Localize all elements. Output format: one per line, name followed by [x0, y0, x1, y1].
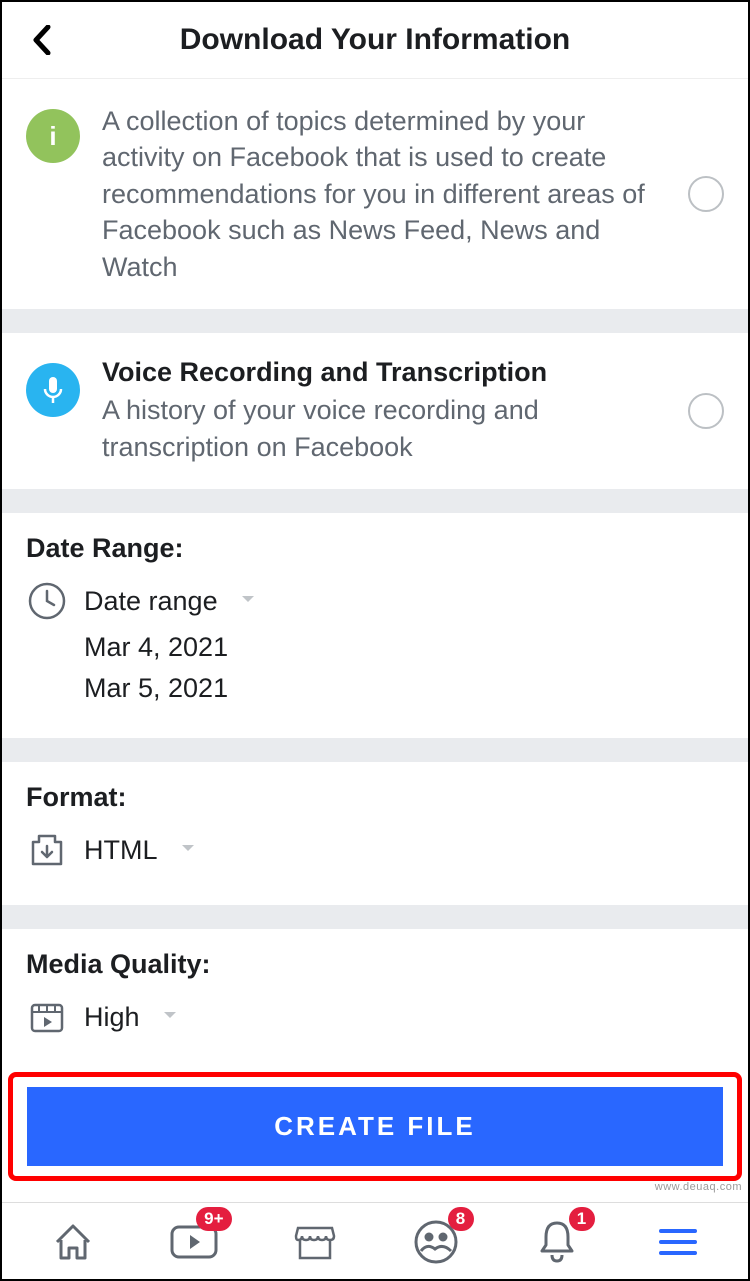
divider	[2, 738, 748, 762]
file-download-icon	[26, 829, 68, 871]
radio-topics[interactable]	[688, 176, 724, 212]
back-button[interactable]	[22, 20, 62, 60]
media-quality-section: Media Quality: High	[2, 929, 748, 1072]
chevron-left-icon	[31, 25, 53, 55]
bottom-nav: 9+ 8 1	[2, 1202, 748, 1279]
divider	[2, 309, 748, 333]
microphone-icon	[26, 363, 80, 417]
clock-icon	[26, 580, 68, 622]
chevron-down-icon	[162, 1008, 178, 1026]
divider	[2, 489, 748, 513]
format-value: HTML	[84, 835, 158, 866]
date-range-selector[interactable]: Date range	[26, 580, 724, 622]
date-range-label: Date Range:	[26, 533, 724, 564]
nav-groups[interactable]: 8	[406, 1217, 466, 1267]
nav-marketplace[interactable]	[285, 1217, 345, 1267]
nav-watch[interactable]: 9+	[164, 1217, 224, 1267]
chevron-down-icon	[180, 841, 196, 859]
watch-badge: 9+	[196, 1207, 231, 1231]
marketplace-icon	[292, 1220, 338, 1264]
media-icon	[26, 996, 68, 1038]
media-quality-value: High	[84, 1002, 140, 1033]
list-item-topics[interactable]: i A collection of topics determined by y…	[2, 79, 748, 309]
media-quality-selector[interactable]: High	[26, 996, 724, 1038]
list-item-description: A collection of topics determined by you…	[102, 103, 670, 285]
date-start: Mar 4, 2021	[84, 632, 724, 663]
watermark: www.deuaq.com	[655, 1181, 742, 1193]
nav-menu[interactable]	[648, 1217, 708, 1267]
hamburger-icon	[657, 1225, 699, 1259]
list-item-voice[interactable]: Voice Recording and Transcription A hist…	[2, 333, 748, 489]
list-item-description: A history of your voice recording and tr…	[102, 392, 670, 465]
radio-voice[interactable]	[688, 393, 724, 429]
create-file-highlight: CREATE FILE	[8, 1072, 742, 1181]
nav-home[interactable]	[43, 1217, 103, 1267]
format-selector[interactable]: HTML	[26, 829, 724, 871]
groups-badge: 8	[448, 1207, 474, 1231]
create-file-button[interactable]: CREATE FILE	[27, 1087, 723, 1166]
header: Download Your Information	[2, 2, 748, 79]
date-range-text: Date range	[84, 586, 218, 617]
home-icon	[51, 1220, 95, 1264]
divider	[2, 905, 748, 929]
format-section: Format: HTML	[2, 762, 748, 905]
nav-notifications[interactable]: 1	[527, 1217, 587, 1267]
date-range-section: Date Range: Date range Mar 4, 2021 Mar 5…	[2, 513, 748, 738]
date-end: Mar 5, 2021	[84, 673, 724, 704]
media-quality-label: Media Quality:	[26, 949, 724, 980]
notifications-badge: 1	[569, 1207, 595, 1231]
page-title: Download Your Information	[62, 23, 688, 57]
chevron-down-icon	[240, 592, 256, 610]
info-icon: i	[26, 109, 80, 163]
format-label: Format:	[26, 782, 724, 813]
list-item-title: Voice Recording and Transcription	[102, 357, 670, 388]
